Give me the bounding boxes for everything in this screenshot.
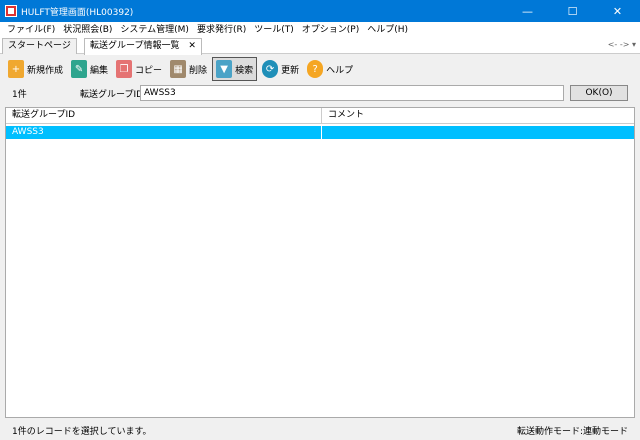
app-icon: [5, 5, 17, 17]
transfer-group-id-input[interactable]: [140, 85, 564, 101]
help-icon: ?: [307, 60, 324, 78]
menu-help[interactable]: ヘルプ(H): [363, 22, 412, 38]
copy-label: コピー: [135, 65, 163, 76]
copy-icon: ❐: [116, 60, 133, 78]
new-button[interactable]: + 新規作成: [5, 57, 66, 81]
tab-start-page[interactable]: スタートページ: [2, 38, 77, 54]
search-label: 検索: [235, 65, 254, 76]
window-title: HULFT管理画面(HL00392): [21, 7, 134, 18]
refresh-button[interactable]: ⟳ 更新: [259, 57, 302, 81]
table-row[interactable]: AWSS3: [6, 126, 634, 139]
maximize-button[interactable]: ☐: [550, 0, 595, 22]
search-button[interactable]: ▼ 検索: [212, 57, 258, 81]
copy-button[interactable]: ❐ コピー: [113, 57, 165, 81]
cell-comment: [322, 126, 634, 139]
filter-icon: ▼: [216, 60, 233, 78]
help-label: ヘルプ: [326, 65, 354, 76]
ok-button[interactable]: OK(O): [570, 85, 628, 101]
transfer-group-id-label: 転送グループID: [80, 90, 144, 100]
menu-system[interactable]: システム管理(M): [116, 22, 193, 38]
edit-label: 編集: [90, 65, 109, 76]
minimize-button[interactable]: —: [505, 0, 550, 22]
column-header-comment[interactable]: コメント: [322, 108, 634, 123]
results-table: 転送グループID コメント AWSS3: [5, 107, 635, 418]
delete-label: 削除: [189, 65, 208, 76]
close-button[interactable]: ✕: [595, 0, 640, 22]
filter-bar: 1件 転送グループID OK(O): [0, 84, 640, 102]
status-bar: 1件のレコードを選択しています。 転送動作モード:連動モード: [0, 420, 640, 440]
tab-nav[interactable]: <- -> ▾: [608, 40, 636, 49]
new-document-icon: +: [8, 60, 24, 78]
new-label: 新規作成: [27, 65, 64, 76]
menu-request[interactable]: 要求発行(R): [193, 22, 250, 38]
close-icon[interactable]: ✕: [188, 41, 196, 51]
menu-options[interactable]: オプション(P): [298, 22, 363, 38]
cell-transfer-group-id: AWSS3: [6, 126, 322, 139]
menu-tools[interactable]: ツール(T): [250, 22, 298, 38]
toolbar: + 新規作成 ✎ 編集 ❐ コピー ▦ 削除 ▼ 検索 ⟳ 更新 ? ヘルプ: [0, 56, 640, 82]
tab-transfer-group-list[interactable]: 転送グループ情報一覧 ✕: [84, 38, 202, 55]
tab-label: 転送グループ情報一覧: [90, 41, 180, 51]
refresh-icon: ⟳: [262, 60, 279, 78]
refresh-label: 更新: [281, 65, 300, 76]
edit-icon: ✎: [71, 60, 88, 78]
transfer-mode: 転送動作モード:連動モード: [516, 426, 628, 437]
menu-file[interactable]: ファイル(F): [3, 22, 59, 38]
table-header: 転送グループID コメント: [6, 108, 634, 124]
edit-button[interactable]: ✎ 編集: [68, 57, 111, 81]
tab-bar: スタートページ 転送グループ情報一覧 ✕ <- -> ▾: [0, 38, 640, 55]
record-count: 1件: [12, 90, 27, 100]
column-header-transfer-group-id[interactable]: 転送グループID: [6, 108, 322, 123]
status-message: 1件のレコードを選択しています。: [12, 426, 152, 437]
help-button[interactable]: ? ヘルプ: [304, 57, 356, 81]
tab-label: スタートページ: [8, 41, 71, 51]
trash-icon: ▦: [170, 60, 187, 78]
title-bar: HULFT管理画面(HL00392) — ☐ ✕: [0, 0, 640, 22]
delete-button[interactable]: ▦ 削除: [167, 57, 210, 81]
menu-status[interactable]: 状況照会(B): [59, 22, 116, 38]
menu-bar: ファイル(F) 状況照会(B) システム管理(M) 要求発行(R) ツール(T)…: [0, 22, 640, 38]
